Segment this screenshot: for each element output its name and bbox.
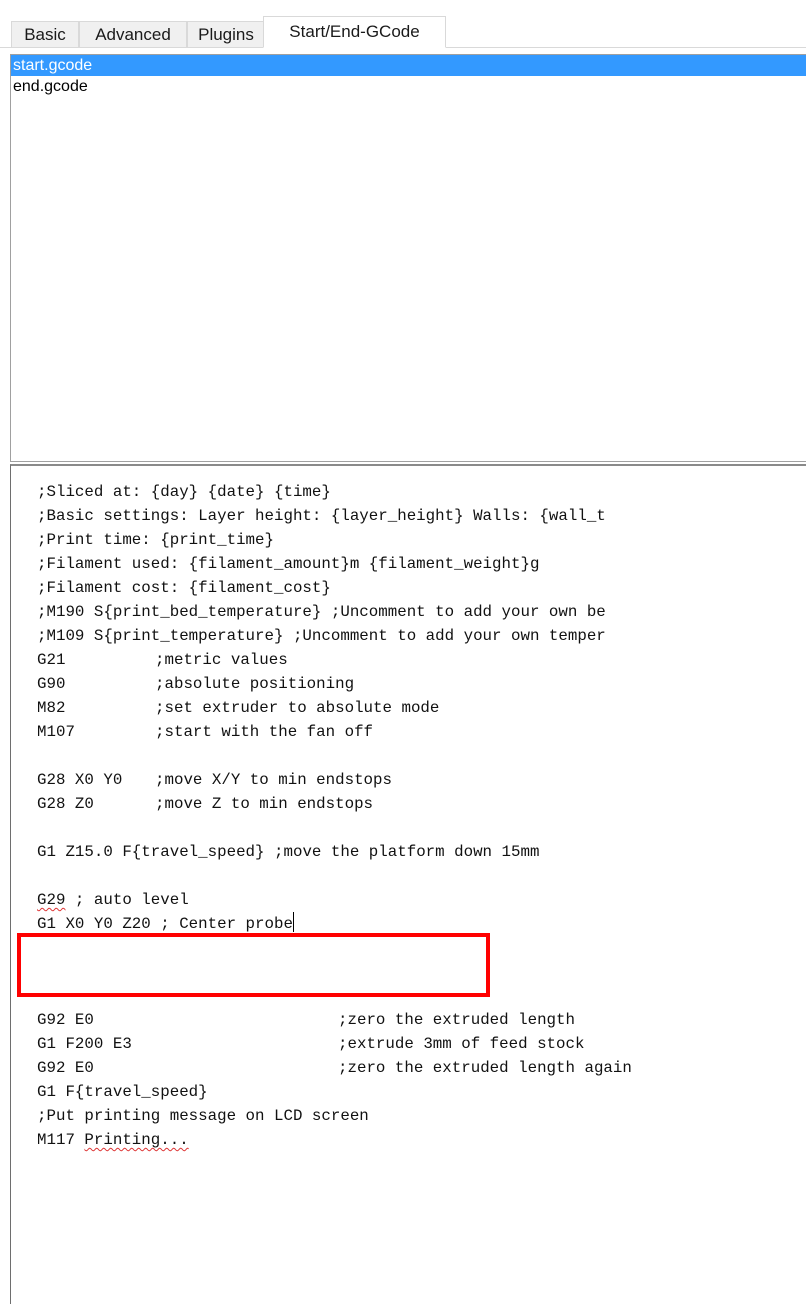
file-item-start-gcode[interactable]: start.gcode bbox=[11, 55, 806, 76]
code-command: G92 E0 bbox=[37, 1059, 94, 1077]
code-line: ;M190 S{print_bed_temperature} ;Uncommen… bbox=[37, 603, 606, 621]
code-line: M107 ;start with the fan off bbox=[37, 720, 806, 744]
tab-plugins[interactable]: Plugins bbox=[187, 21, 265, 48]
code-line: G1 F200 E3 ;extrude 3mm of feed stock bbox=[37, 1032, 806, 1056]
code-command: G1 F200 E3 bbox=[37, 1035, 132, 1053]
code-comment: ;move the platform down 15mm bbox=[274, 843, 540, 861]
gcode-file-list[interactable]: start.gcode end.gcode bbox=[10, 54, 806, 462]
code-command: M117 bbox=[37, 1131, 75, 1149]
code-line: G1 F{travel_speed} bbox=[37, 1083, 208, 1101]
code-line: ;Basic settings: Layer height: {layer_he… bbox=[37, 507, 606, 525]
code-line: M117 Printing... bbox=[37, 1128, 806, 1152]
code-comment: ;absolute positioning bbox=[155, 675, 355, 693]
code-command: M82 bbox=[37, 699, 66, 717]
code-comment: ;set extruder to absolute mode bbox=[155, 699, 440, 717]
file-item-end-gcode[interactable]: end.gcode bbox=[11, 76, 806, 97]
code-command: M107 bbox=[37, 723, 75, 741]
code-line: G28 Z0 ;move Z to min endstops bbox=[37, 792, 806, 816]
code-line: ;Filament cost: {filament_cost} bbox=[37, 579, 331, 597]
code-command: G21 bbox=[37, 651, 66, 669]
code-comment: ;move Z to min endstops bbox=[155, 795, 374, 813]
code-line: ;Put printing message on LCD screen bbox=[37, 1107, 369, 1125]
code-line-auto-level: G29 ; auto level bbox=[37, 888, 806, 912]
code-line: G92 E0 ;zero the extruded length again bbox=[37, 1056, 806, 1080]
code-command: G28 Z0 bbox=[37, 795, 94, 813]
code-command: G1 Z15.0 F{travel_speed} bbox=[37, 843, 265, 861]
code-text: ; auto level bbox=[65, 891, 189, 909]
code-comment: ;start with the fan off bbox=[155, 723, 374, 741]
code-line: G1 Z15.0 F{travel_speed} ;move the platf… bbox=[37, 840, 806, 864]
tab-advanced[interactable]: Advanced bbox=[79, 21, 187, 48]
code-text: G1 X0 Y0 Z20 ; Center probe bbox=[37, 915, 293, 933]
code-line: M82 ;set extruder to absolute mode bbox=[37, 696, 806, 720]
spellcheck-marked-word: Printing... bbox=[84, 1131, 189, 1149]
code-comment: ;zero the extruded length bbox=[338, 1011, 575, 1029]
code-comment: ;extrude 3mm of feed stock bbox=[338, 1035, 585, 1053]
code-line: G28 X0 Y0 ;move X/Y to min endstops bbox=[37, 768, 806, 792]
tab-start-end-gcode[interactable]: Start/End-GCode bbox=[263, 16, 446, 48]
code-comment: ;zero the extruded length again bbox=[338, 1059, 632, 1077]
code-comment: ;metric values bbox=[155, 651, 288, 669]
code-line-center-probe: G1 X0 Y0 Z20 ; Center probe bbox=[37, 912, 806, 936]
code-line: G90 ;absolute positioning bbox=[37, 672, 806, 696]
tab-basic[interactable]: Basic bbox=[11, 21, 79, 48]
spellcheck-marked-word: G29 bbox=[37, 891, 66, 909]
code-line: ;Sliced at: {day} {date} {time} bbox=[37, 483, 331, 501]
tab-strip: Basic Advanced Plugins Start/End-GCode bbox=[0, 0, 806, 48]
code-line: ;Print time: {print_time} bbox=[37, 531, 274, 549]
code-command: G92 E0 bbox=[37, 1011, 94, 1029]
code-line: G21 ;metric values bbox=[37, 648, 806, 672]
code-command: G90 bbox=[37, 675, 66, 693]
code-comment: ;move X/Y to min endstops bbox=[155, 771, 392, 789]
code-line: ;M109 S{print_temperature} ;Uncomment to… bbox=[37, 627, 606, 645]
gcode-editor[interactable]: ;Sliced at: {day} {date} {time} ;Basic s… bbox=[10, 464, 806, 1304]
code-line: ;Filament used: {filament_amount}m {fila… bbox=[37, 555, 540, 573]
code-line: G92 E0 ;zero the extruded length bbox=[37, 1008, 806, 1032]
gcode-text[interactable]: ;Sliced at: {day} {date} {time} ;Basic s… bbox=[37, 480, 806, 1152]
text-caret bbox=[292, 912, 294, 932]
code-command: G28 X0 Y0 bbox=[37, 771, 123, 789]
